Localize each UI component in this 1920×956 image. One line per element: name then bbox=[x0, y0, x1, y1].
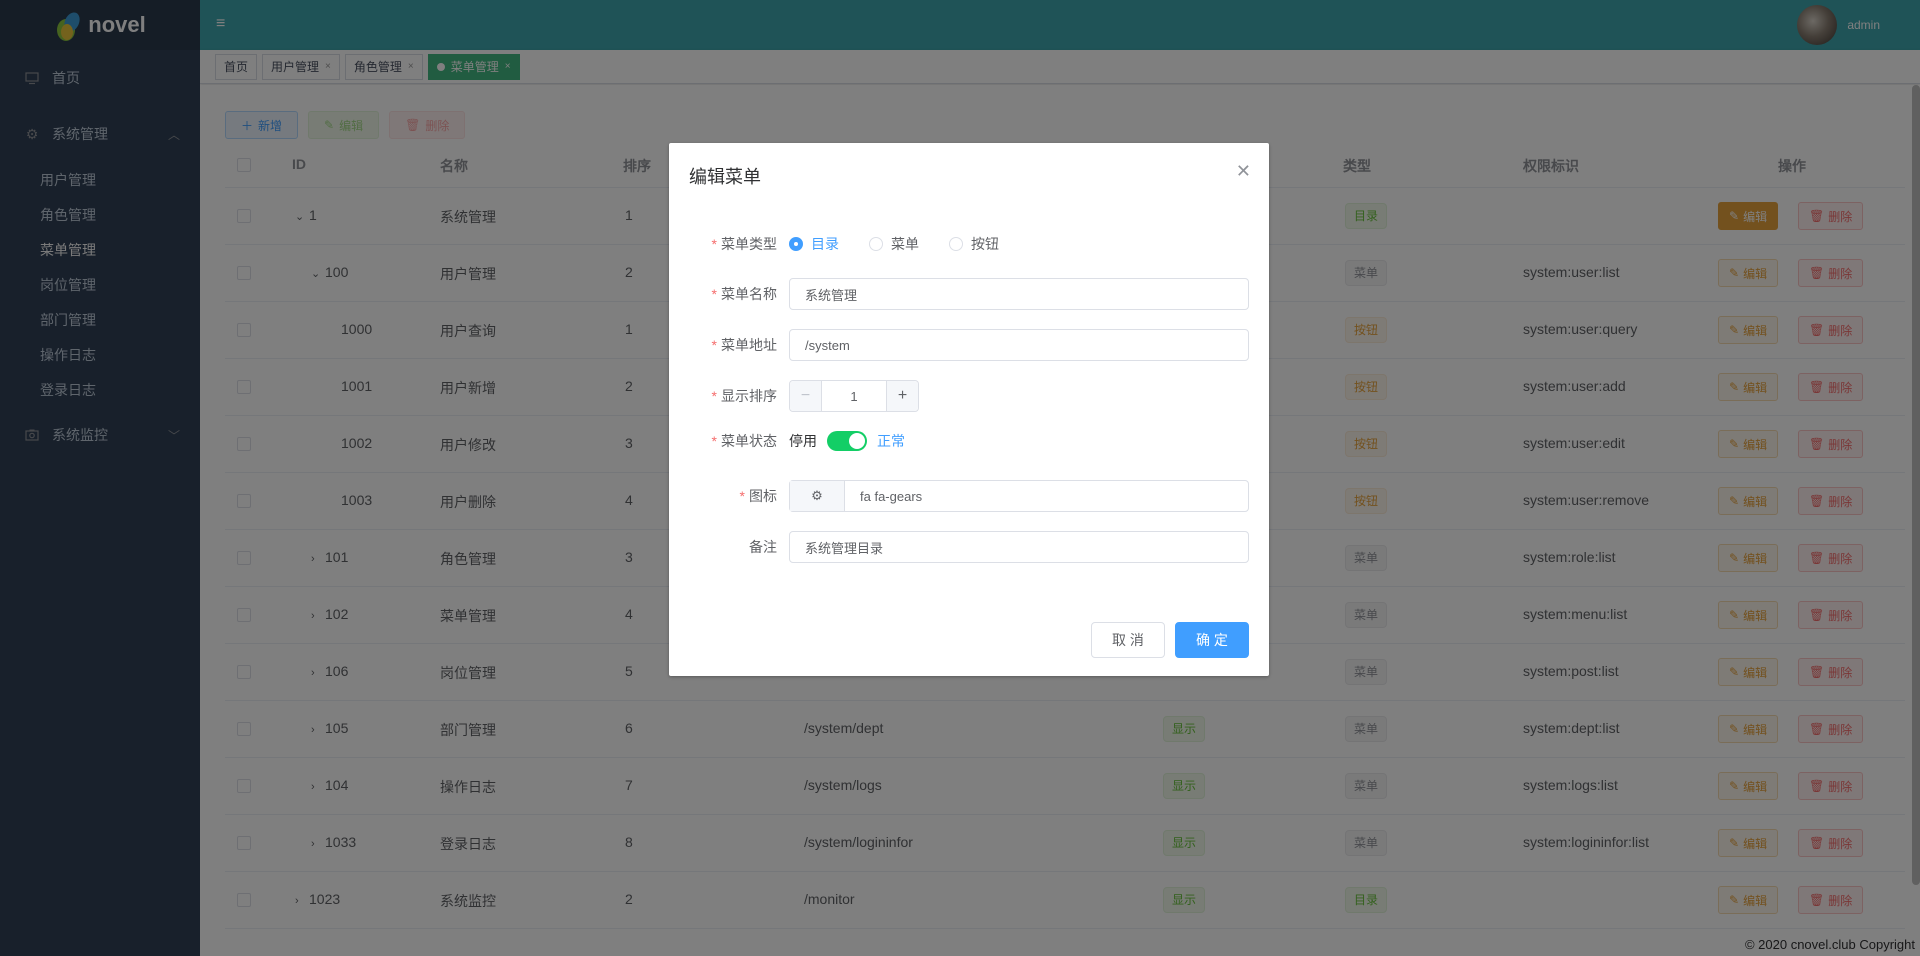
remark-input[interactable]: 系统管理目录 bbox=[789, 531, 1249, 563]
form-row-name: * 菜单名称 系统管理 bbox=[689, 278, 1249, 310]
close-icon[interactable]: ✕ bbox=[1236, 161, 1251, 182]
increase-button[interactable]: + bbox=[886, 381, 918, 411]
radio-button[interactable]: 按钮 bbox=[949, 234, 999, 254]
confirm-button[interactable]: 确 定 bbox=[1175, 622, 1249, 658]
cancel-button[interactable]: 取 消 bbox=[1091, 622, 1165, 658]
decrease-button[interactable]: − bbox=[790, 381, 822, 411]
status-off-label[interactable]: 停用 bbox=[789, 431, 817, 451]
menu-path-input[interactable]: /system bbox=[789, 329, 1249, 361]
form-row-icon: * 图标 ⚙ fa fa-gears bbox=[689, 480, 1249, 512]
radio-label: 菜单 bbox=[891, 236, 919, 252]
radio-directory[interactable]: 目录 bbox=[789, 234, 839, 254]
field-label: * 菜单类型 bbox=[711, 236, 777, 252]
field-label: 备注 bbox=[749, 539, 777, 555]
radio-label: 目录 bbox=[811, 236, 839, 252]
field-label: * 菜单名称 bbox=[711, 286, 777, 302]
dialog-title: 编辑菜单 bbox=[689, 167, 761, 187]
radio-label: 按钮 bbox=[971, 236, 999, 252]
status-switch[interactable] bbox=[827, 431, 867, 451]
field-label: * 显示排序 bbox=[711, 388, 777, 404]
radio-circle bbox=[789, 237, 803, 251]
sort-value[interactable]: 1 bbox=[822, 389, 886, 404]
form-row-type: * 菜单类型 目录 菜单 按钮 bbox=[689, 234, 1249, 254]
form-row-status: * 菜单状态 停用 正常 bbox=[689, 431, 1249, 451]
status-on-label[interactable]: 正常 bbox=[877, 431, 905, 451]
form-row-sort: * 显示排序 − 1 + bbox=[689, 380, 1249, 412]
field-label: * 图标 bbox=[739, 488, 777, 504]
icon-input[interactable]: ⚙ fa fa-gears bbox=[789, 480, 1249, 512]
icon-value: fa fa-gears bbox=[860, 488, 923, 504]
edit-menu-dialog: 编辑菜单 ✕ * 菜单类型 目录 菜单 按钮 * 菜单名称 系统管理 * 菜单地址 /… bbox=[669, 143, 1269, 676]
status-switch-wrap: 停用 正常 bbox=[789, 431, 905, 451]
field-label: * 菜单地址 bbox=[711, 337, 777, 353]
field-label: * 菜单状态 bbox=[711, 433, 777, 449]
form-row-path: * 菜单地址 /system bbox=[689, 329, 1249, 361]
radio-circle bbox=[869, 237, 883, 251]
sort-stepper: − 1 + bbox=[789, 380, 919, 412]
gears-icon: ⚙ bbox=[790, 481, 845, 511]
radio-menu[interactable]: 菜单 bbox=[869, 234, 919, 254]
radio-circle bbox=[949, 237, 963, 251]
form-row-remark: 备注 系统管理目录 bbox=[689, 531, 1249, 563]
menu-name-input[interactable]: 系统管理 bbox=[789, 278, 1249, 310]
